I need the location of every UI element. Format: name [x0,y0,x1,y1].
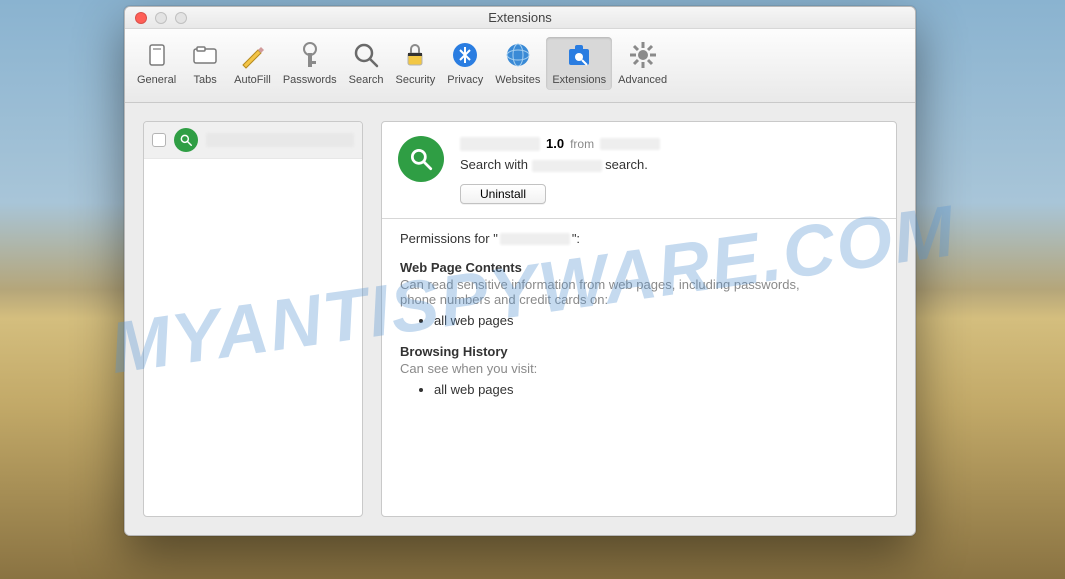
permission-heading: Web Page Contents [400,260,878,275]
permission-list-item: all web pages [434,313,878,328]
passwords-icon [294,39,326,71]
tab-label: Security [395,74,435,86]
extension-description: Search with search. [460,157,880,172]
advanced-icon [627,39,659,71]
tab-label: Extensions [552,74,606,86]
tab-tabs[interactable]: Tabs [182,37,228,90]
permissions-label-suffix: ": [572,231,580,246]
tab-label: Privacy [447,74,483,86]
tab-search[interactable]: Search [343,37,390,90]
tab-privacy[interactable]: Privacy [441,37,489,90]
tab-advanced[interactable]: Advanced [612,37,673,90]
permission-list-item: all web pages [434,382,878,397]
tab-label: Tabs [194,74,217,86]
uninstall-button[interactable]: Uninstall [460,184,546,204]
tab-label: General [137,74,176,86]
titlebar: Extensions [125,7,915,29]
tab-general[interactable]: General [131,37,182,90]
autofill-icon [236,39,268,71]
tab-extensions[interactable]: Extensions [546,37,612,90]
extension-header: 1.0 from Search with search. Uninstall [382,122,896,219]
extension-vendor-redacted [600,138,660,150]
permissions-label-prefix: Permissions for " [400,231,498,246]
extension-info: 1.0 from Search with search. Uninstall [460,136,880,204]
preferences-window: Extensions General Tabs AutoFill Passwor… [124,6,916,536]
extensions-sidebar [143,121,363,517]
permission-list: all web pages [400,313,878,328]
tab-passwords[interactable]: Passwords [277,37,343,90]
tab-autofill[interactable]: AutoFill [228,37,277,90]
extension-detail-panel: 1.0 from Search with search. Uninstall P… [381,121,897,517]
tab-label: Passwords [283,74,337,86]
extension-enable-checkbox[interactable] [152,133,166,147]
permission-block: Browsing History Can see when you visit:… [400,344,878,397]
tab-websites[interactable]: Websites [489,37,546,90]
description-suffix: search. [605,157,648,172]
privacy-icon [449,39,481,71]
permission-description: Can read sensitive information from web … [400,277,830,307]
permission-list: all web pages [400,382,878,397]
search-icon [350,39,382,71]
extension-name-redacted [206,133,354,147]
extension-version: 1.0 [546,136,564,151]
permission-description: Can see when you visit: [400,361,830,376]
permission-heading: Browsing History [400,344,878,359]
tab-label: Websites [495,74,540,86]
description-prefix: Search with [460,157,528,172]
tabs-icon [189,39,221,71]
permissions-name-redacted [500,233,570,245]
extension-list-item[interactable] [144,122,362,159]
permission-block: Web Page Contents Can read sensitive inf… [400,260,878,328]
permissions-section: Permissions for " ": Web Page Contents C… [382,219,896,425]
tab-security[interactable]: Security [389,37,441,90]
general-icon [141,39,173,71]
websites-icon [502,39,534,71]
window-title: Extensions [125,10,915,25]
tab-label: Search [349,74,384,86]
extension-name-redacted [460,137,540,151]
tab-label: AutoFill [234,74,271,86]
extension-icon-large [398,136,444,182]
description-redacted [532,160,602,172]
extension-title-line: 1.0 from [460,136,880,151]
permissions-heading: Permissions for " ": [400,231,878,246]
extension-icon [174,128,198,152]
tab-label: Advanced [618,74,667,86]
security-icon [399,39,431,71]
extensions-icon [563,39,595,71]
extension-from-label: from [570,137,594,151]
preferences-toolbar: General Tabs AutoFill Passwords Search [125,29,915,103]
preferences-body: 1.0 from Search with search. Uninstall P… [125,103,915,535]
